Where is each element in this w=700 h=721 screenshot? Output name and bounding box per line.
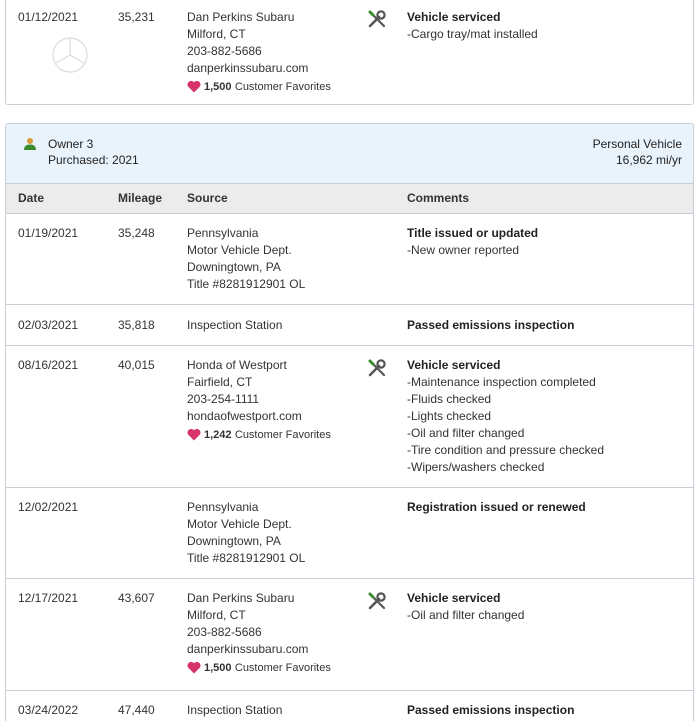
customer-favorites[interactable]: 1,500 Customer Favorites xyxy=(187,78,331,96)
record-mileage: 40,015 xyxy=(118,358,155,372)
owner-label: Owner 3 xyxy=(48,137,94,151)
table-row: 03/24/2022 47,440 Inspection Station Pas… xyxy=(6,691,693,721)
source-phone[interactable]: 203-254-1111 xyxy=(187,391,331,408)
record-comments: Vehicle serviced -Oil and filter changed xyxy=(407,590,524,624)
owner-history-card: Owner 3 Purchased: 2021 Personal Vehicle… xyxy=(5,123,694,721)
table-row: 01/19/2021 35,248 Pennsylvania Motor Veh… xyxy=(6,215,693,305)
source-line: Motor Vehicle Dept. xyxy=(187,243,292,257)
previous-record-card: 01/12/2021 35,231 Dan Perkins Subaru Mil… xyxy=(5,0,694,105)
record-date: 01/12/2021 xyxy=(18,10,79,24)
record-date: 02/03/2021 xyxy=(18,318,79,332)
source-line: Downingtown, PA xyxy=(187,260,281,274)
source-name: Dan Perkins Subaru xyxy=(187,10,295,24)
comment-item: -Oil and filter changed xyxy=(407,426,525,440)
source-city: Fairfield, CT xyxy=(187,375,253,389)
record-source: Inspection Station xyxy=(187,318,283,332)
comment-item: -Fluids checked xyxy=(407,392,492,406)
source-phone[interactable]: 203-882-5686 xyxy=(187,43,331,60)
comment-item: -Lights checked xyxy=(407,409,492,423)
comment-title: Vehicle serviced xyxy=(407,591,501,605)
source-website[interactable]: hondaofwestport.com xyxy=(187,408,331,425)
record-source: Pennsylvania Motor Vehicle Dept. Downing… xyxy=(187,225,305,293)
record-mileage: 43,607 xyxy=(118,591,155,605)
record-source: Honda of Westport Fairfield, CT 203-254-… xyxy=(187,357,331,444)
table-row: 12/17/2021 43,607 Dan Perkins Subaru Mil… xyxy=(6,579,693,691)
table-row: 12/02/2021 Pennsylvania Motor Vehicle De… xyxy=(6,488,693,579)
record-date: 01/19/2021 xyxy=(18,226,79,240)
source-line: Pennsylvania xyxy=(187,500,259,514)
record-date: 12/02/2021 xyxy=(18,500,79,514)
owner-purchased: Purchased: 2021 xyxy=(48,153,139,167)
source-city: Milford, CT xyxy=(187,27,246,41)
comment-title: Vehicle serviced xyxy=(407,358,501,372)
column-header-comments: Comments xyxy=(407,191,470,205)
heart-icon xyxy=(187,81,201,93)
comment-title: Passed emissions inspection xyxy=(407,703,575,717)
source-website[interactable]: danperkinssubaru.com xyxy=(187,641,331,658)
comment-item: -Cargo tray/mat installed xyxy=(407,27,538,41)
record-mileage: 35,248 xyxy=(118,226,155,240)
favorites-count: 1,500 xyxy=(204,662,232,674)
source-line: Downingtown, PA xyxy=(187,534,281,548)
column-header-source: Source xyxy=(187,191,228,205)
comment-item: -Tire condition and pressure checked xyxy=(407,443,604,457)
source-phone[interactable]: 203-882-5686 xyxy=(187,624,331,641)
customer-favorites[interactable]: 1,500 Customer Favorites xyxy=(187,659,331,677)
record-mileage: 35,231 xyxy=(118,10,155,24)
favorites-label: Customer Favorites xyxy=(234,81,331,93)
owner-header: Owner 3 Purchased: 2021 Personal Vehicle… xyxy=(6,124,693,184)
comment-item: -Oil and filter changed xyxy=(407,608,525,622)
table-row: 08/16/2021 40,015 Honda of Westport Fair… xyxy=(6,346,693,488)
column-header-mileage: Mileage xyxy=(118,191,163,205)
column-header-date: Date xyxy=(18,191,45,205)
favorites-count: 1,242 xyxy=(204,429,232,441)
source-line: Title #8281912901 OL xyxy=(187,551,306,565)
person-icon xyxy=(24,138,36,150)
record-source: Pennsylvania Motor Vehicle Dept. Downing… xyxy=(187,499,305,567)
favorites-count: 1,500 xyxy=(204,81,232,93)
record-mileage: 35,818 xyxy=(118,318,155,332)
favorites-label: Customer Favorites xyxy=(234,429,331,441)
history-table-header: Date Mileage Source Comments xyxy=(6,184,693,214)
record-mileage: 47,440 xyxy=(118,703,155,717)
comment-item: -Wipers/washers checked xyxy=(407,460,545,474)
favorites-label: Customer Favorites xyxy=(234,662,331,674)
heart-icon xyxy=(187,429,201,441)
source-line: Title #8281912901 OL xyxy=(187,277,306,291)
service-tools-icon xyxy=(368,359,386,377)
record-comments: Vehicle serviced -Maintenance inspection… xyxy=(407,357,604,476)
record-comments: Title issued or updated -New owner repor… xyxy=(407,225,538,259)
source-website[interactable]: danperkinssubaru.com xyxy=(187,60,331,77)
comment-title: Title issued or updated xyxy=(407,226,539,240)
vehicle-use-type: Personal Vehicle xyxy=(592,137,682,151)
record-date: 03/24/2022 xyxy=(18,703,79,717)
customer-favorites[interactable]: 1,242 Customer Favorites xyxy=(187,426,331,444)
comment-title: Vehicle serviced xyxy=(407,10,501,24)
comment-item: -Maintenance inspection completed xyxy=(407,375,596,389)
record-comments: Vehicle serviced -Cargo tray/mat install… xyxy=(407,9,538,43)
service-tools-icon xyxy=(368,592,386,610)
miles-per-year: 16,962 mi/yr xyxy=(615,153,682,167)
service-tools-icon xyxy=(368,10,386,28)
record-date: 08/16/2021 xyxy=(18,358,79,372)
brand-logo-watermark xyxy=(52,37,88,73)
source-line: Pennsylvania xyxy=(187,226,259,240)
comment-title: Registration issued or renewed xyxy=(407,500,586,514)
comment-item: -New owner reported xyxy=(407,243,520,257)
source-city: Milford, CT xyxy=(187,608,246,622)
source-name: Honda of Westport xyxy=(187,358,287,372)
record-source: Inspection Station xyxy=(187,703,283,717)
source-line: Motor Vehicle Dept. xyxy=(187,517,292,531)
source-name: Dan Perkins Subaru xyxy=(187,591,295,605)
record-source: Dan Perkins Subaru Milford, CT 203-882-5… xyxy=(187,9,331,96)
record-source: Dan Perkins Subaru Milford, CT 203-882-5… xyxy=(187,590,331,677)
heart-icon xyxy=(187,662,201,674)
table-row: 02/03/2021 35,818 Inspection Station Pas… xyxy=(6,305,693,346)
record-date: 12/17/2021 xyxy=(18,591,79,605)
comment-title: Passed emissions inspection xyxy=(407,318,575,332)
